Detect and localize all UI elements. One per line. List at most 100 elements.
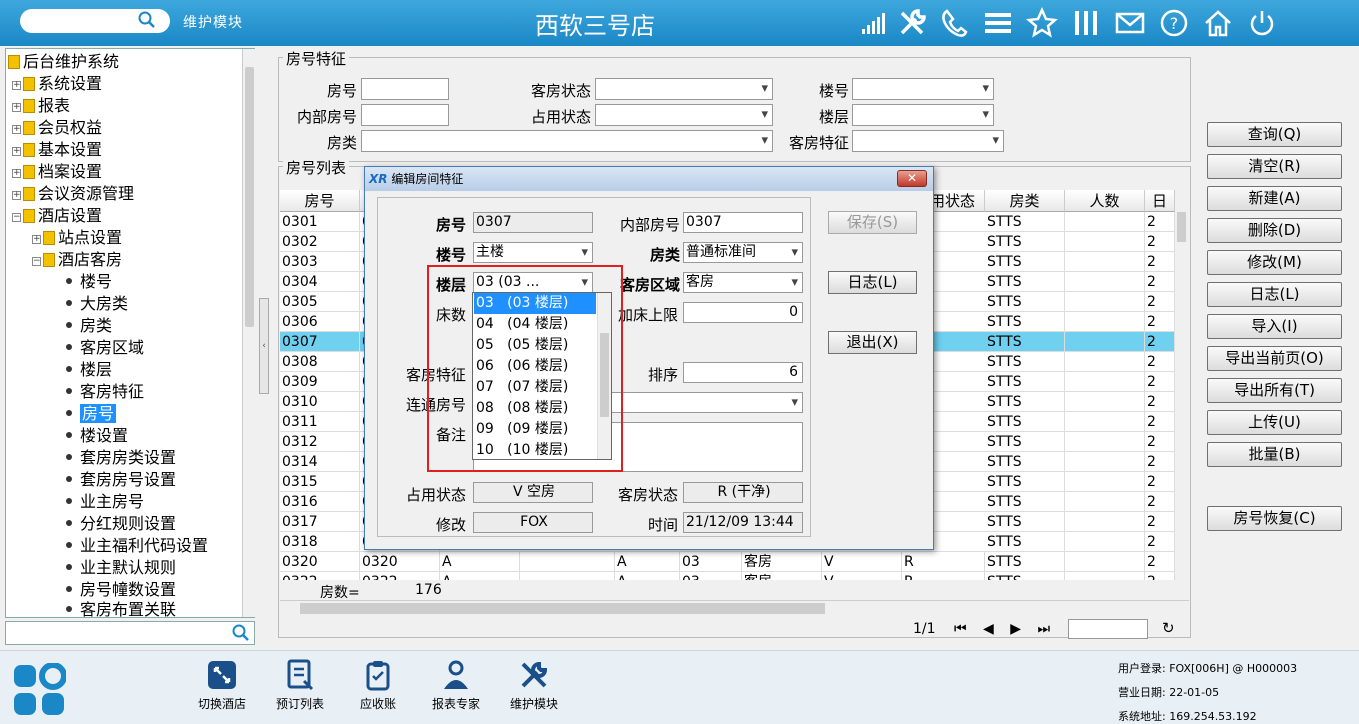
tree-item-room-type[interactable]: 房类	[66, 315, 112, 337]
col-header-last[interactable]: 日	[1145, 190, 1175, 212]
expand-icon[interactable]: +	[12, 169, 21, 178]
tree-item-member-rights[interactable]: + 会员权益	[12, 117, 102, 139]
booking-list-button[interactable]: 预订列表	[260, 659, 340, 712]
tree-item-system-settings[interactable]: + 系统设置	[12, 73, 102, 95]
log-button[interactable]: 日志(L)	[1207, 282, 1342, 307]
import-button[interactable]: 导入(I)	[1207, 314, 1342, 339]
expand-icon[interactable]: +	[12, 81, 21, 90]
tree-item-owner-rooms[interactable]: 业主房号	[66, 491, 144, 513]
table-hscroll-thumb[interactable]	[300, 603, 825, 614]
tree-item-basic-settings[interactable]: + 基本设置	[12, 139, 102, 161]
prev-page-icon[interactable]: ◀	[983, 621, 994, 637]
filter-room-type-select[interactable]	[361, 130, 773, 152]
export-all-button[interactable]: 导出所有(T)	[1207, 378, 1342, 403]
dlg-area-select[interactable]: 客房	[683, 272, 803, 293]
collapse-icon[interactable]: −	[12, 213, 21, 222]
last-page-icon[interactable]: ⏭	[1038, 621, 1051, 637]
tree-search-input[interactable]	[5, 621, 255, 645]
tree-item-hotel-settings[interactable]: − 酒店设置	[12, 205, 102, 227]
tree-item-meeting-resources[interactable]: + 会议资源管理	[12, 183, 134, 205]
export-page-button[interactable]: 导出当前页(O)	[1207, 346, 1342, 371]
phone-icon[interactable]	[938, 7, 970, 39]
table-row[interactable]: 03220322AA03客房VRSTTS2	[280, 572, 1175, 580]
table-horizontal-scrollbar[interactable]	[280, 600, 1189, 616]
switch-hotel-button[interactable]: 切换酒店	[182, 659, 262, 712]
dlg-type-select[interactable]: 普通标准间	[683, 242, 803, 263]
next-page-icon[interactable]: ▶	[1010, 621, 1021, 637]
query-button[interactable]: 查询(Q)	[1207, 122, 1342, 147]
dlg-sort-field[interactable]: 6	[683, 362, 803, 383]
tree-item-room-layout-link[interactable]: 客房布置关联	[66, 599, 176, 617]
splitter-collapse-icon[interactable]: ‹	[259, 298, 269, 394]
menu-icon[interactable]	[982, 7, 1014, 39]
dlg-log-button[interactable]: 日志(L)	[828, 271, 917, 294]
power-icon[interactable]	[1246, 7, 1278, 39]
maintenance-module-button[interactable]: 维护模块	[494, 659, 574, 712]
filter-room-feature-select[interactable]	[852, 130, 1004, 152]
expand-icon[interactable]: +	[32, 235, 41, 244]
upload-button[interactable]: 上传(U)	[1207, 410, 1342, 435]
tree-item-root[interactable]: 后台维护系统	[8, 51, 119, 73]
expand-icon[interactable]: +	[12, 103, 21, 112]
report-expert-button[interactable]: 报表专家	[416, 659, 496, 712]
dlg-internal-field[interactable]: 0307	[683, 212, 803, 233]
refresh-icon[interactable]: ↻	[1162, 619, 1175, 637]
tree-item-room-number[interactable]: 房号	[66, 403, 117, 425]
search-icon[interactable]	[138, 11, 156, 29]
table-row[interactable]: 0320 0320 A A 03 客房 V R STTS 2	[280, 552, 1175, 572]
col-header-people[interactable]: 人数	[1065, 190, 1145, 212]
filter-internal-no-input[interactable]	[361, 104, 449, 126]
tree-item-owner-default-rules[interactable]: 业主默认规则	[66, 557, 176, 579]
tree-item-reports[interactable]: + 报表	[12, 95, 70, 117]
tree-item-owner-benefit-codes[interactable]: 业主福利代码设置	[66, 535, 208, 557]
batch-button[interactable]: 批量(B)	[1207, 442, 1342, 467]
tree-item-suite-type-settings[interactable]: 套房房类设置	[66, 447, 176, 469]
tree-item-suite-number-settings[interactable]: 套房房号设置	[66, 469, 176, 491]
expand-icon[interactable]: +	[12, 147, 21, 156]
dlg-exit-button[interactable]: 退出(X)	[828, 331, 917, 354]
col-header-type[interactable]: 房类	[985, 190, 1065, 212]
help-icon[interactable]: ?	[1158, 7, 1190, 39]
mail-icon[interactable]	[1114, 7, 1146, 39]
first-page-icon[interactable]: ⏮	[954, 621, 967, 637]
tree-item-archive-settings[interactable]: + 档案设置	[12, 161, 102, 183]
col-header-room-no[interactable]: 房号	[280, 190, 360, 212]
tree-item-floor[interactable]: 楼层	[66, 359, 112, 381]
filter-room-no-input[interactable]	[361, 78, 449, 100]
home-icon[interactable]	[1202, 7, 1234, 39]
table-scroll-thumb[interactable]	[1177, 212, 1186, 242]
tree-scroll-thumb[interactable]	[245, 67, 254, 327]
close-icon[interactable]: ✕	[897, 170, 927, 187]
table-vertical-scrollbar[interactable]	[1175, 190, 1189, 598]
new-button[interactable]: 新建(A)	[1207, 186, 1342, 211]
tree-item-dividend-rules[interactable]: 分红规则设置	[66, 513, 176, 535]
dialog-titlebar[interactable]: XR 编辑房间特征	[365, 167, 933, 191]
filter-occupy-status-select[interactable]	[595, 104, 773, 126]
modify-button[interactable]: 修改(M)	[1207, 250, 1342, 275]
tree-item-building-count-settings[interactable]: 房号幢数设置	[66, 579, 176, 601]
clear-button[interactable]: 清空(R)	[1207, 154, 1342, 179]
filter-floor-select[interactable]	[852, 104, 994, 126]
tree-item-building[interactable]: 楼号	[66, 271, 112, 293]
tree-item-hotel-rooms[interactable]: − 酒店客房	[32, 249, 122, 271]
restore-room-button[interactable]: 房号恢复(C)	[1207, 506, 1342, 531]
signal-icon[interactable]	[858, 7, 890, 39]
tree-item-major-room-type[interactable]: 大房类	[66, 293, 128, 315]
dlg-building-select[interactable]: 主楼	[473, 242, 593, 263]
collapse-icon[interactable]: −	[32, 257, 41, 266]
dlg-extra-bed-field[interactable]: 0	[683, 302, 803, 323]
dlg-save-button[interactable]: 保存(S)	[828, 211, 917, 234]
expand-icon[interactable]: +	[12, 125, 21, 134]
tree-item-room-area[interactable]: 客房区域	[66, 337, 144, 359]
page-jump-input[interactable]	[1068, 619, 1148, 639]
star-icon[interactable]	[1026, 7, 1058, 39]
tree-item-site-settings[interactable]: + 站点设置	[32, 227, 122, 249]
tree-item-floor-settings[interactable]: 楼设置	[66, 425, 128, 447]
delete-button[interactable]: 删除(D)	[1207, 218, 1342, 243]
filter-building-select[interactable]	[852, 78, 994, 100]
tree-item-room-feature[interactable]: 客房特征	[66, 381, 144, 403]
search-icon[interactable]	[232, 624, 250, 642]
app-logo-icon[interactable]	[12, 663, 66, 717]
tree-scrollbar[interactable]	[242, 49, 256, 617]
columns-icon[interactable]	[1070, 7, 1102, 39]
